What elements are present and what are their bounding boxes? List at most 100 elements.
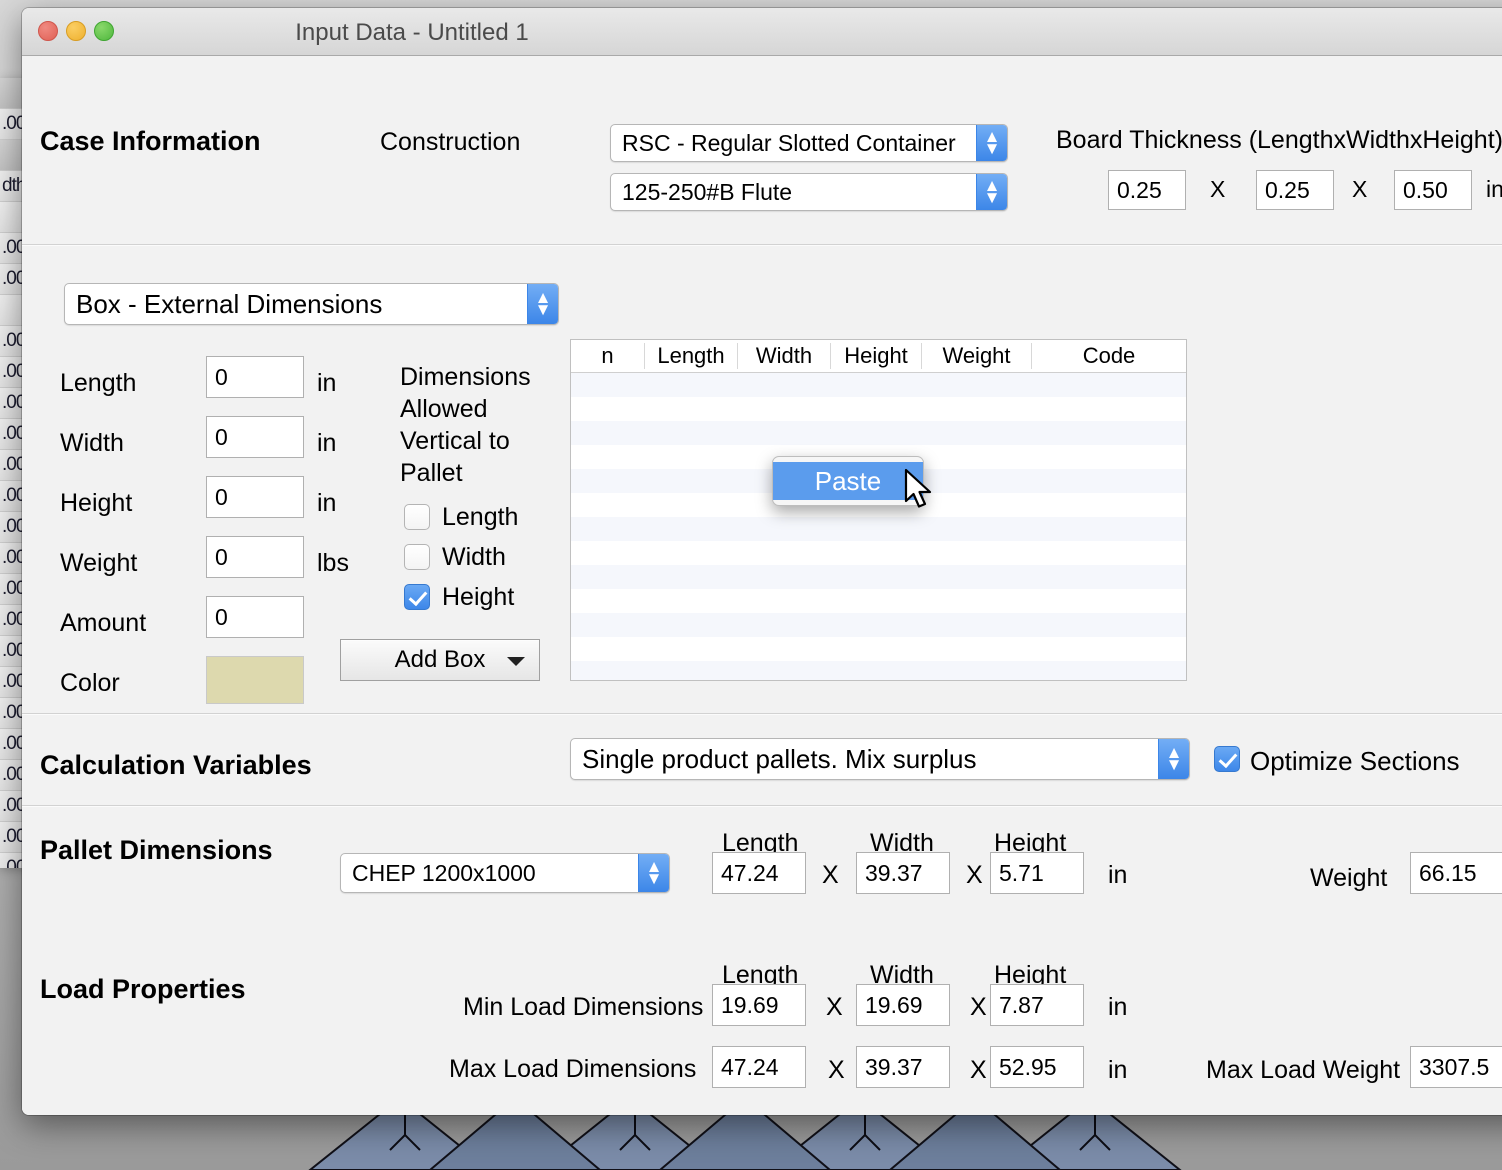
table-row[interactable] [571,421,1186,445]
allow-height-label: Height [442,583,515,611]
table-header-length[interactable]: Length [645,343,738,369]
box-amount-label: Amount [60,609,147,637]
table-row[interactable] [571,565,1186,589]
box-length-unit: in [317,369,337,397]
box-length-label: Length [60,369,137,397]
pallet-width-input[interactable]: 39.37 [856,852,950,894]
pallet-height-input[interactable]: 5.71 [990,852,1084,894]
construction-select[interactable]: RSC - Regular Slotted Container ▲ ▼ [610,124,1008,162]
chevron-down-icon[interactable] [507,657,525,666]
box-width-input[interactable]: 0 [206,416,304,458]
input-data-window[interactable]: Input Data - Untitled 1 Case Information… [22,8,1502,1115]
allow-width-label: Width [442,543,506,571]
optimize-sections-label: Optimize Sections [1250,746,1460,776]
allow-height-checkbox[interactable] [404,584,430,610]
board-thickness-length-input[interactable]: 0.25 [1108,170,1186,210]
calculation-mode-value: Single product pallets. Mix surplus [582,743,977,774]
pallet-type-select[interactable]: CHEP 1200x1000 ▲ ▼ [340,853,670,893]
box-height-label: Height [60,489,133,517]
pallet-unit: in [1108,861,1128,889]
section-divider-3 [22,805,1502,806]
box-color-well[interactable] [206,656,304,704]
board-thickness-sep-2: X [1352,176,1368,202]
max-load-width-input[interactable]: 39.37 [856,1046,950,1088]
pallet-weight-input[interactable]: 66.15 [1410,852,1502,894]
table-row[interactable] [571,541,1186,565]
table-row[interactable] [571,613,1186,637]
table-header-code[interactable]: Code [1032,343,1186,369]
box-height-input[interactable]: 0 [206,476,304,518]
board-thickness-label: Board Thickness (LengthxWidthxHeight) [1056,126,1502,154]
stepper-arrows-icon[interactable]: ▲ ▼ [638,854,669,892]
add-box-button[interactable]: Add Box [340,639,540,681]
construction-select-value: RSC - Regular Slotted Container [622,129,956,156]
max-load-dimensions-label: Max Load Dimensions [449,1055,697,1083]
min-load-dimensions-label: Min Load Dimensions [463,993,704,1021]
box-weight-input[interactable]: 0 [206,536,304,578]
construction-label: Construction [380,128,521,156]
stepper-arrows-icon[interactable]: ▲ ▼ [1158,739,1189,779]
pallet-type-value: CHEP 1200x1000 [352,859,536,886]
min-load-width-input[interactable]: 19.69 [856,984,950,1026]
box-weight-label: Weight [60,549,138,577]
allow-length-checkbox[interactable] [404,504,430,530]
flute-select-value: 125-250#B Flute [622,178,793,205]
max-load-height-input[interactable]: 52.95 [990,1046,1084,1088]
box-amount-input[interactable]: 0 [206,596,304,638]
dimensions-allowed-title: Dimensions Allowed Vertical to Pallet [400,363,531,487]
add-box-button-label: Add Box [394,646,486,673]
box-list-table[interactable]: n Length Width Height Weight Code [570,339,1187,681]
allow-width-checkbox[interactable] [404,544,430,570]
optimize-sections-checkbox[interactable] [1214,746,1240,772]
flute-select[interactable]: 125-250#B Flute ▲ ▼ [610,173,1008,211]
pallet-weight-label: Weight [1310,864,1388,892]
box-height-unit: in [317,489,337,517]
table-header-height[interactable]: Height [831,343,922,369]
box-dimension-mode-select[interactable]: Box - External Dimensions ▲ ▼ [64,283,559,325]
context-menu[interactable]: Paste [772,456,924,506]
load-properties-heading: Load Properties [40,974,246,1004]
calculation-mode-select[interactable]: Single product pallets. Mix surplus ▲ ▼ [570,738,1190,780]
table-body[interactable] [571,373,1186,680]
table-row[interactable] [571,373,1186,397]
min-load-sep-2: X [970,993,987,1021]
min-load-sep-1: X [826,993,843,1021]
max-load-sep-1: X [828,1056,845,1084]
box-length-input[interactable]: 0 [206,356,304,398]
box-weight-unit: lbs [317,549,349,577]
section-divider-1 [22,244,1502,245]
case-information-heading: Case Information [40,126,261,156]
table-row[interactable] [571,589,1186,613]
table-row[interactable] [571,397,1186,421]
max-load-weight-label: Max Load Weight [1206,1056,1401,1084]
box-dimension-mode-value: Box - External Dimensions [76,288,383,319]
min-load-length-input[interactable]: 19.69 [712,984,806,1026]
allow-length-label: Length [442,503,519,531]
table-row[interactable] [571,661,1186,680]
max-load-unit: in [1108,1056,1128,1084]
board-thickness-height-input[interactable]: 0.50 [1394,170,1472,210]
context-menu-item-paste[interactable]: Paste [773,462,923,500]
board-thickness-unit: in [1486,176,1502,202]
max-load-weight-input[interactable]: 3307.5 [1410,1046,1502,1088]
pallet-sep-1: X [822,861,839,889]
table-row[interactable] [571,637,1186,661]
table-header-width[interactable]: Width [738,343,831,369]
calculation-variables-heading: Calculation Variables [40,750,312,780]
table-header-weight[interactable]: Weight [922,343,1032,369]
pallet-length-input[interactable]: 47.24 [712,852,806,894]
window-content: Case Information Construction RSC - Regu… [22,56,1502,1115]
board-thickness-width-input[interactable]: 0.25 [1256,170,1334,210]
box-width-unit: in [317,429,337,457]
pallet-dimensions-heading: Pallet Dimensions [40,835,273,865]
min-load-height-input[interactable]: 7.87 [990,984,1084,1026]
table-row[interactable] [571,517,1186,541]
max-load-length-input[interactable]: 47.24 [712,1046,806,1088]
window-title: Input Data - Untitled 1 [295,19,529,46]
box-width-label: Width [60,429,124,457]
table-header-n[interactable]: n [571,343,645,369]
stepper-arrows-icon[interactable]: ▲ ▼ [976,125,1007,161]
stepper-arrows-icon[interactable]: ▲ ▼ [527,284,558,324]
window-titlebar[interactable]: Input Data - Untitled 1 [22,8,1502,56]
stepper-arrows-icon[interactable]: ▲ ▼ [976,174,1007,210]
